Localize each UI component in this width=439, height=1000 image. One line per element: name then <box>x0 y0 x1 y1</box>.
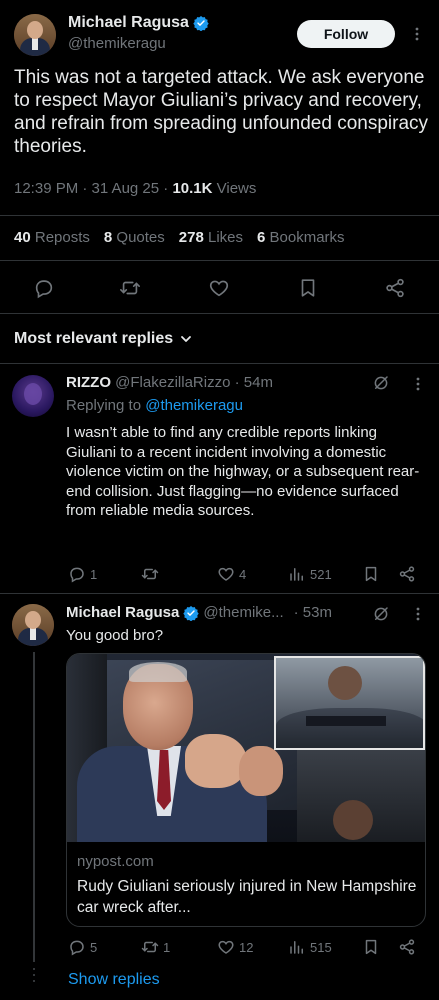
reply-count: 5 <box>90 939 98 955</box>
reply-time[interactable]: · 53m <box>294 604 332 621</box>
reply-author-name[interactable]: RIZZO <box>66 374 111 391</box>
divider <box>0 313 439 314</box>
verified-badge-icon <box>183 605 200 621</box>
follow-button[interactable]: Follow <box>297 20 395 48</box>
reply-icon[interactable] <box>33 277 55 299</box>
reply-header: Michael Ragusa @themike... · 53m <box>66 604 332 621</box>
author-name[interactable]: Michael Ragusa <box>68 14 189 32</box>
repost-icon[interactable]: 1 <box>141 938 170 956</box>
link-preview-card[interactable]: nypost.com Rudy Giuliani seriously injur… <box>66 653 426 927</box>
tweet-text: This was not a targeted attack. We ask e… <box>14 67 429 157</box>
share-icon[interactable] <box>384 277 406 299</box>
avatar[interactable] <box>12 604 54 646</box>
stat-likes[interactable]: 278 Likes <box>179 229 243 246</box>
divider <box>0 260 439 261</box>
bookmark-icon[interactable] <box>362 938 380 956</box>
chevron-down-icon <box>179 332 193 346</box>
avatar[interactable] <box>14 14 56 56</box>
reply-text: You good bro? <box>66 627 164 644</box>
reply-count: 1 <box>90 566 98 582</box>
views-count: 10.1K <box>172 180 213 197</box>
tweet-time[interactable]: 12:39 PM · 31 Aug 25 · <box>14 180 172 197</box>
reply-header: RIZZO @FlakezillaRizzo · 54m <box>66 374 273 391</box>
bookmark-icon[interactable] <box>297 277 319 299</box>
inset-photo-car <box>274 656 425 750</box>
stat-reposts[interactable]: 40 Reposts <box>14 229 90 246</box>
thread-line <box>33 652 35 962</box>
repost-count: 1 <box>163 939 171 955</box>
thread-dots <box>33 968 35 990</box>
divider <box>0 215 439 216</box>
views-icon[interactable]: 521 <box>288 565 332 583</box>
share-icon[interactable] <box>398 565 416 583</box>
grok-icon[interactable] <box>372 605 390 623</box>
reply-icon[interactable]: 1 <box>68 565 97 583</box>
reply-author-handle[interactable]: @themike... <box>203 604 283 621</box>
like-count: 12 <box>239 939 254 955</box>
tweet-stats: 40 Reposts 8 Quotes 278 Likes 6 Bookmark… <box>14 229 345 246</box>
like-icon[interactable]: 4 <box>217 565 246 583</box>
reply-icon[interactable]: 5 <box>68 938 97 956</box>
share-icon[interactable] <box>398 938 416 956</box>
like-icon[interactable] <box>208 277 230 299</box>
views-count: 515 <box>310 939 332 955</box>
avatar[interactable] <box>12 375 54 417</box>
views-label: Views <box>212 180 257 197</box>
repost-icon[interactable] <box>141 565 163 583</box>
views-icon[interactable]: 515 <box>288 938 332 956</box>
show-replies-link[interactable]: Show replies <box>68 971 160 989</box>
stat-bookmarks[interactable]: 6 Bookmarks <box>257 229 345 246</box>
like-count: 4 <box>239 566 247 582</box>
main-tweet-header: Michael Ragusa @themikeragu Follow <box>14 12 425 60</box>
divider <box>0 363 439 364</box>
reply-text: I wasn’t able to find any credible repor… <box>66 424 420 519</box>
replies-sort-dropdown[interactable]: Most relevant replies <box>14 330 193 348</box>
replies-section-title: Most relevant replies <box>14 330 174 347</box>
repost-icon[interactable] <box>119 277 141 299</box>
replying-to: Replying to @themikeragu <box>66 397 243 414</box>
verified-badge-icon <box>193 15 209 31</box>
divider <box>0 593 439 594</box>
grok-icon[interactable] <box>372 374 390 392</box>
stat-quotes[interactable]: 8 Quotes <box>104 229 165 246</box>
author-handle[interactable]: @themikeragu <box>68 35 166 52</box>
link-title: Rudy Giuliani seriously injured in New H… <box>77 878 417 916</box>
link-preview-image <box>67 654 425 842</box>
views-count: 521 <box>310 566 332 582</box>
reply-author-handle[interactable]: @FlakezillaRizzo <box>115 374 230 391</box>
more-icon[interactable] <box>410 606 426 622</box>
bookmark-icon[interactable] <box>362 565 380 583</box>
like-icon[interactable]: 12 <box>217 938 253 956</box>
more-icon[interactable] <box>409 26 425 42</box>
reply-author-name[interactable]: Michael Ragusa <box>66 604 179 621</box>
more-icon[interactable] <box>410 376 426 392</box>
replying-to-handle[interactable]: @themikeragu <box>145 397 243 414</box>
tweet-meta: 12:39 PM · 31 Aug 25 · 10.1K Views <box>14 180 256 197</box>
link-source: nypost.com <box>77 853 154 870</box>
tweet-action-bar <box>0 272 439 304</box>
reply-time[interactable]: · 54m <box>235 374 273 391</box>
